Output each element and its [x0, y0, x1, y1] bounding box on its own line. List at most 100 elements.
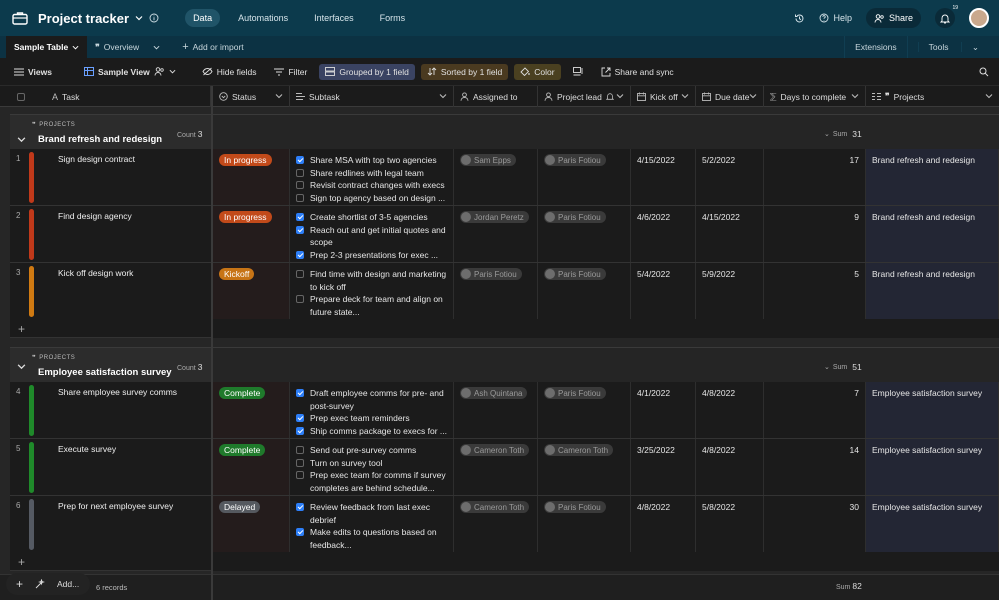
- add-record-button[interactable]: + Add...: [6, 573, 90, 595]
- kickoff-cell[interactable]: 4/6/2022: [631, 206, 696, 262]
- nav-interfaces[interactable]: Interfaces: [306, 9, 362, 27]
- task-cell[interactable]: Share employee survey comms: [46, 382, 213, 438]
- task-cell[interactable]: Execute survey: [46, 439, 213, 495]
- color-button[interactable]: Color: [514, 63, 561, 80]
- table-row[interactable]: 1 Sign design contract In progress Share…: [10, 149, 999, 206]
- column-header-status[interactable]: Status: [213, 86, 290, 107]
- days-cell[interactable]: 7: [764, 382, 866, 438]
- share-sync-button[interactable]: Share and sync: [595, 64, 680, 80]
- nav-data[interactable]: Data: [185, 9, 221, 27]
- lead-cell[interactable]: Paris Fotiou: [538, 149, 631, 205]
- checkbox[interactable]: [296, 458, 304, 467]
- status-cell[interactable]: Complete: [213, 439, 290, 495]
- table-row[interactable]: 2 Find design agency In progress Create …: [10, 206, 999, 263]
- chevron-down-icon[interactable]: [275, 92, 283, 100]
- chevron-down-icon[interactable]: [17, 135, 26, 144]
- projects-cell[interactable]: Employee satisfaction survey: [866, 496, 999, 552]
- view-switcher[interactable]: Sample View: [78, 64, 182, 80]
- sort-button[interactable]: Sorted by 1 field: [420, 63, 509, 80]
- notifications-button[interactable]: 19: [935, 5, 958, 28]
- checkbox[interactable]: [296, 389, 304, 397]
- row-height-button[interactable]: [567, 64, 589, 79]
- assigned-cell[interactable]: Jordan Peretz: [454, 206, 538, 262]
- nav-forms[interactable]: Forms: [372, 9, 414, 27]
- due-cell[interactable]: 4/15/2022: [696, 206, 764, 262]
- lead-cell[interactable]: Paris Fotiou: [538, 206, 631, 262]
- task-cell[interactable]: Find design agency: [46, 206, 213, 262]
- days-cell[interactable]: 9: [764, 206, 866, 262]
- column-header-subtask[interactable]: Subtask: [290, 86, 454, 107]
- nav-automations[interactable]: Automations: [230, 9, 296, 27]
- user-avatar[interactable]: [969, 8, 989, 28]
- chevron-down-icon[interactable]: [985, 92, 993, 100]
- table-row[interactable]: 5 Execute survey Complete Send out pre-s…: [10, 439, 999, 496]
- lead-cell[interactable]: Cameron Toth: [538, 439, 631, 495]
- kickoff-cell[interactable]: 4/8/2022: [631, 496, 696, 552]
- checkbox[interactable]: [296, 414, 304, 423]
- assigned-cell[interactable]: Cameron Toth: [454, 496, 538, 552]
- assigned-cell[interactable]: Cameron Toth: [454, 439, 538, 495]
- tab-sample-table[interactable]: Sample Table: [6, 36, 88, 58]
- table-row[interactable]: 6 Prep for next employee survey Delayed …: [10, 496, 999, 553]
- group-header[interactable]: ❞ PROJECTS Brand refresh and redesign Cou…: [10, 114, 999, 149]
- filter-button[interactable]: Filter: [268, 64, 313, 80]
- subtask-cell[interactable]: Review feedback from last exec debrief M…: [290, 496, 454, 552]
- projects-cell[interactable]: Brand refresh and redesign: [866, 263, 999, 319]
- projects-cell[interactable]: Employee satisfaction survey: [866, 382, 999, 438]
- table-row[interactable]: 3 Kick off design work Kickoff Find time…: [10, 263, 999, 320]
- projects-cell[interactable]: Employee satisfaction survey: [866, 439, 999, 495]
- checkbox[interactable]: [296, 213, 304, 221]
- task-cell[interactable]: Sign design contract: [46, 149, 213, 205]
- column-header-days[interactable]: ⅀ Days to complete: [764, 86, 866, 107]
- due-cell[interactable]: 5/2/2022: [696, 149, 764, 205]
- checkbox[interactable]: [296, 194, 304, 203]
- due-cell[interactable]: 4/8/2022: [696, 382, 764, 438]
- chevron-down-icon[interactable]: [851, 92, 859, 100]
- kickoff-cell[interactable]: 3/25/2022: [631, 439, 696, 495]
- days-cell[interactable]: 17: [764, 149, 866, 205]
- checkbox[interactable]: [296, 503, 304, 511]
- checkbox[interactable]: [296, 156, 304, 164]
- status-cell[interactable]: In progress: [213, 206, 290, 262]
- lead-cell[interactable]: Paris Fotiou: [538, 496, 631, 552]
- table-row[interactable]: 4 Share employee survey comms Complete D…: [10, 382, 999, 439]
- checkbox[interactable]: [296, 295, 304, 304]
- kickoff-cell[interactable]: 4/15/2022: [631, 149, 696, 205]
- days-cell[interactable]: 14: [764, 439, 866, 495]
- select-all-checkbox[interactable]: [17, 92, 25, 101]
- due-cell[interactable]: 5/9/2022: [696, 263, 764, 319]
- days-cell[interactable]: 5: [764, 263, 866, 319]
- status-cell[interactable]: In progress: [213, 149, 290, 205]
- chevron-down-icon[interactable]: [616, 92, 624, 100]
- add-row-button[interactable]: +: [10, 319, 999, 338]
- days-cell[interactable]: 30: [764, 496, 866, 552]
- task-cell[interactable]: Prep for next employee survey: [46, 496, 213, 552]
- checkbox[interactable]: [296, 181, 304, 190]
- info-icon[interactable]: [149, 13, 159, 23]
- checkbox[interactable]: [296, 446, 304, 454]
- extensions-button[interactable]: Extensions: [844, 36, 907, 58]
- frozen-column-divider[interactable]: [211, 86, 213, 600]
- column-header-lead[interactable]: Project lead: [538, 86, 631, 107]
- checkbox[interactable]: [296, 251, 304, 260]
- projects-cell[interactable]: Brand refresh and redesign: [866, 149, 999, 205]
- subtask-cell[interactable]: Share MSA with top two agencies Share re…: [290, 149, 454, 205]
- checkbox[interactable]: [296, 168, 304, 177]
- chevron-down-icon[interactable]: [135, 14, 143, 22]
- column-header-kickoff[interactable]: Kick off: [631, 86, 696, 107]
- tools-button[interactable]: Tools ⌄: [906, 36, 999, 58]
- chevron-down-icon[interactable]: [749, 92, 757, 100]
- lead-cell[interactable]: Paris Fotiou: [538, 382, 631, 438]
- chevron-down-icon[interactable]: [681, 92, 689, 100]
- chevron-down-icon[interactable]: [72, 44, 79, 51]
- column-header-projects[interactable]: ❞ Projects: [866, 86, 999, 107]
- search-icon[interactable]: [979, 67, 989, 77]
- checkbox[interactable]: [296, 225, 304, 234]
- views-button[interactable]: Views: [8, 64, 58, 80]
- status-cell[interactable]: Delayed: [213, 496, 290, 552]
- checkbox[interactable]: [296, 427, 304, 436]
- kickoff-cell[interactable]: 4/1/2022: [631, 382, 696, 438]
- checkbox[interactable]: [296, 528, 304, 537]
- help-button[interactable]: Help: [819, 13, 852, 23]
- hide-fields-button[interactable]: Hide fields: [196, 64, 263, 80]
